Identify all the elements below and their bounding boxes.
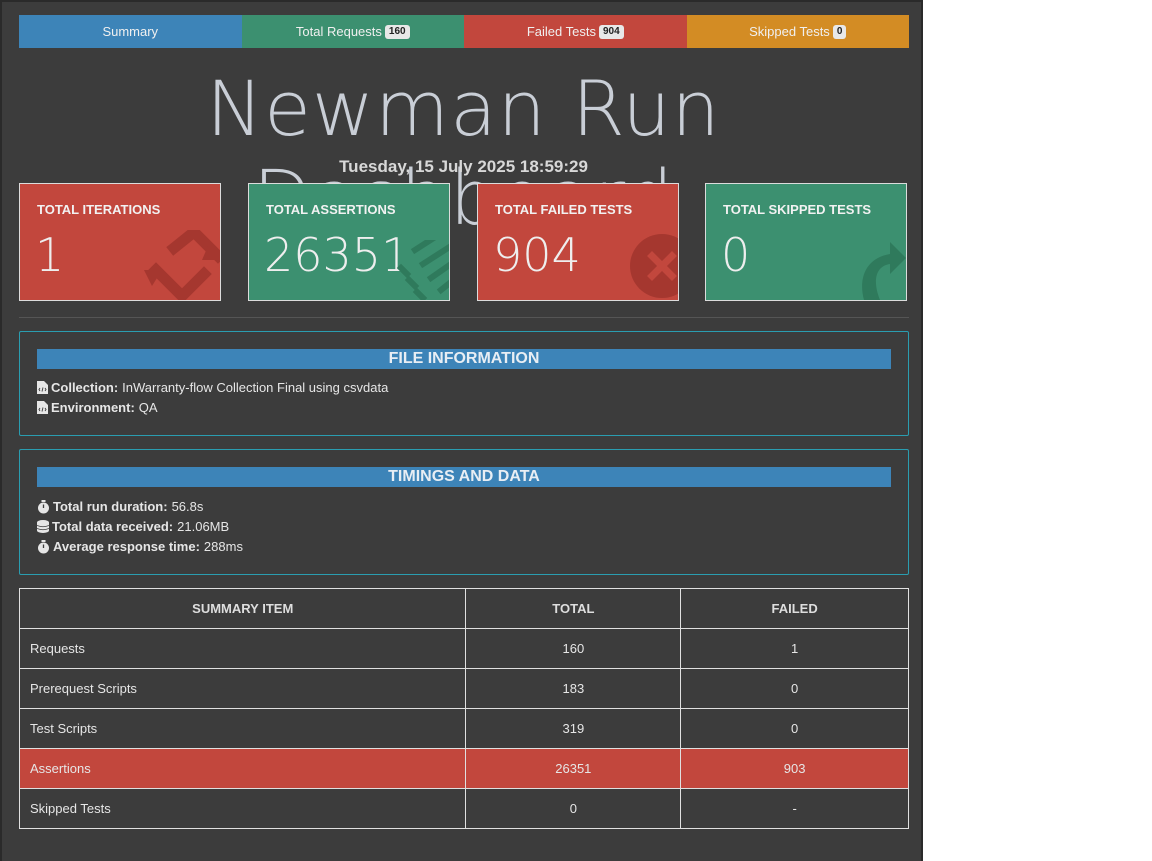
collection-label: Collection: [51, 380, 119, 395]
row-failed: 0 [680, 668, 909, 709]
share-arrow-icon [862, 242, 906, 300]
duration-label: Total run duration: [53, 499, 168, 514]
card-label: TOTAL FAILED TESTS [495, 202, 633, 217]
response-time-row: Average response time: 288ms [37, 539, 243, 554]
panel-heading: TIMINGS AND DATA [37, 467, 891, 487]
card-label: TOTAL SKIPPED TESTS [723, 202, 872, 217]
environment-label: Environment: [51, 400, 135, 415]
row-item: Prerequest Scripts [18, 668, 467, 709]
run-date: Tuesday, 15 July 2025 18:59:29 [339, 157, 588, 176]
times-circle-icon [630, 234, 678, 298]
tab-summary[interactable]: Summary [19, 15, 242, 48]
row-total: 0 [465, 788, 682, 829]
row-failed: 0 [680, 708, 909, 749]
stopwatch-icon [38, 539, 49, 553]
card-value: 26351 [264, 228, 411, 282]
tab-skipped-tests[interactable]: Skipped Tests 0 [686, 15, 909, 48]
tab-summary-label: Summary [102, 24, 159, 39]
response-time-value: 288ms [203, 539, 243, 554]
tab-failed-tests[interactable]: Failed Tests 904 [464, 15, 687, 48]
data-received-value: 21.06MB [177, 519, 230, 534]
data-received-row: Total data received: 21.06MB [37, 519, 229, 534]
duration-value: 56.8s [171, 499, 204, 514]
card-total-assertions: TOTAL ASSERTIONS 26351 [248, 183, 450, 301]
database-icon [37, 520, 49, 533]
card-total-failed-tests: TOTAL FAILED TESTS 904 [477, 183, 679, 301]
card-label: TOTAL ITERATIONS [37, 202, 161, 217]
collection-value: InWarranty-flow Collection Final using c… [122, 380, 389, 395]
nav-tabs: Summary Total Requests 160 Failed Tests … [19, 15, 909, 48]
refresh-icon [144, 230, 220, 300]
header-summary-item: SUMMARY ITEM [18, 588, 467, 629]
table-row: Assertions 26351 903 [18, 748, 909, 789]
response-time-label: Average response time: [53, 539, 200, 554]
table-row: Prerequest Scripts 183 0 [18, 668, 909, 709]
card-label: TOTAL ASSERTIONS [266, 202, 396, 217]
summary-table: SUMMARY ITEM TOTAL FAILED Requests 160 1… [18, 588, 909, 829]
collection-row: Collection: InWarranty-flow Collection F… [37, 380, 388, 395]
tab-total-requests[interactable]: Total Requests 160 [241, 15, 464, 48]
environment-row: Environment: QA [37, 400, 158, 415]
stopwatch-icon [38, 499, 49, 513]
timings-panel: TIMINGS AND DATA Total run duration: 56.… [19, 449, 909, 575]
card-value: 904 [493, 228, 581, 282]
header-total: TOTAL [465, 588, 682, 629]
row-total: 160 [465, 628, 682, 669]
tab-skipped-tests-badge: 0 [832, 24, 847, 39]
card-value: 0 [721, 228, 751, 282]
tab-failed-tests-badge: 904 [598, 24, 624, 39]
row-total: 183 [465, 668, 682, 709]
list-check-icon [396, 240, 449, 300]
card-value: 1 [35, 228, 65, 282]
table-header-row: SUMMARY ITEM TOTAL FAILED [18, 588, 909, 629]
duration-row: Total run duration: 56.8s [37, 499, 203, 514]
data-received-label: Total data received: [52, 519, 174, 534]
row-failed: 903 [680, 748, 909, 789]
card-total-iterations: TOTAL ITERATIONS 1 [19, 183, 221, 301]
row-item: Assertions [18, 748, 467, 789]
row-total: 319 [465, 708, 682, 749]
header-failed: FAILED [680, 588, 909, 629]
tab-skipped-tests-label: Skipped Tests [749, 24, 830, 39]
card-total-skipped-tests: TOTAL SKIPPED TESTS 0 [705, 183, 907, 301]
tab-failed-tests-label: Failed Tests [526, 24, 596, 39]
tab-total-requests-badge: 160 [384, 24, 410, 39]
stat-cards: TOTAL ITERATIONS 1 TOTAL ASSERTIONS 2635… [19, 183, 909, 303]
table-row: Requests 160 1 [18, 628, 909, 669]
row-item: Test Scripts [18, 708, 467, 749]
row-total: 26351 [465, 748, 682, 789]
table-row: Test Scripts 319 0 [18, 708, 909, 749]
row-failed: 1 [680, 628, 909, 669]
row-failed: - [680, 788, 909, 829]
panel-heading: FILE INFORMATION [37, 349, 891, 369]
row-item: Skipped Tests [18, 788, 467, 829]
dashboard-frame: Summary Total Requests 160 Failed Tests … [0, 0, 923, 861]
file-code-icon [37, 401, 48, 414]
section-divider [19, 317, 909, 318]
table-row: Skipped Tests 0 - [18, 788, 909, 829]
file-code-icon [37, 381, 48, 394]
environment-value: QA [138, 400, 158, 415]
row-item: Requests [18, 628, 467, 669]
file-information-panel: FILE INFORMATION Collection: InWarranty-… [19, 331, 909, 436]
tab-total-requests-label: Total Requests [295, 24, 382, 39]
